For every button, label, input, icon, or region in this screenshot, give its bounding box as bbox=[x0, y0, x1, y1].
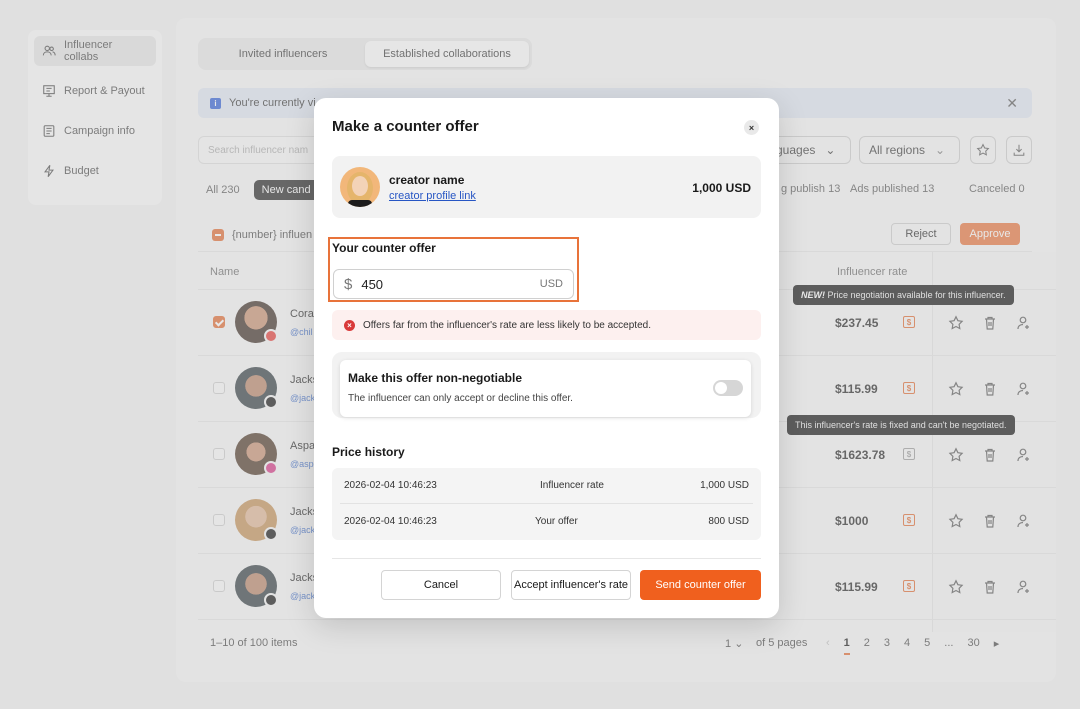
currency-unit: USD bbox=[539, 278, 563, 290]
history-date: 2026-02-04 10:46:23 bbox=[344, 480, 437, 491]
creator-profile-link[interactable]: creator profile link bbox=[389, 190, 476, 202]
non-negotiable-subtitle: The influencer can only accept or declin… bbox=[348, 393, 573, 404]
non-negotiable-section: Make this offer non-negotiable The influ… bbox=[332, 352, 761, 418]
send-counter-offer-button[interactable]: Send counter offer bbox=[640, 570, 761, 600]
close-icon[interactable]: × bbox=[744, 120, 759, 135]
table-row: 2026-02-04 10:46:23 Your offer 800 USD bbox=[332, 504, 761, 540]
price-history-title: Price history bbox=[332, 445, 405, 459]
counter-offer-label: Your counter offer bbox=[332, 241, 436, 255]
counter-offer-value[interactable]: 450 bbox=[361, 277, 530, 292]
history-amount: 800 USD bbox=[708, 516, 749, 527]
error-icon: × bbox=[344, 319, 355, 331]
non-negotiable-toggle[interactable] bbox=[713, 380, 743, 396]
counter-offer-modal: Make a counter offer × creator name crea… bbox=[314, 98, 779, 618]
history-amount: 1,000 USD bbox=[700, 480, 749, 491]
non-negotiable-title: Make this offer non-negotiable bbox=[348, 371, 523, 385]
history-type: Your offer bbox=[535, 516, 578, 527]
table-row: 2026-02-04 10:46:23 Influencer rate 1,00… bbox=[332, 468, 761, 504]
creator-name: creator name bbox=[389, 173, 465, 187]
offer-warning: × Offers far from the influencer's rate … bbox=[332, 310, 761, 340]
counter-offer-input[interactable]: $ 450 USD bbox=[333, 269, 574, 299]
price-history-table: 2026-02-04 10:46:23 Influencer rate 1,00… bbox=[332, 468, 761, 540]
history-type: Influencer rate bbox=[540, 480, 604, 491]
counter-offer-field-group: Your counter offer $ 450 USD bbox=[328, 237, 579, 302]
offer-warning-text: Offers far from the influencer's rate ar… bbox=[363, 319, 651, 331]
dollar-icon: $ bbox=[344, 275, 353, 293]
accept-rate-button[interactable]: Accept influencer's rate bbox=[511, 570, 631, 600]
creator-avatar bbox=[340, 167, 380, 207]
creator-rate: 1,000 USD bbox=[692, 181, 751, 195]
creator-card: creator name creator profile link 1,000 … bbox=[332, 156, 761, 218]
modal-title: Make a counter offer bbox=[332, 118, 479, 135]
history-date: 2026-02-04 10:46:23 bbox=[344, 516, 437, 527]
cancel-button[interactable]: Cancel bbox=[381, 570, 501, 600]
non-negotiable-card: Make this offer non-negotiable The influ… bbox=[340, 360, 751, 417]
